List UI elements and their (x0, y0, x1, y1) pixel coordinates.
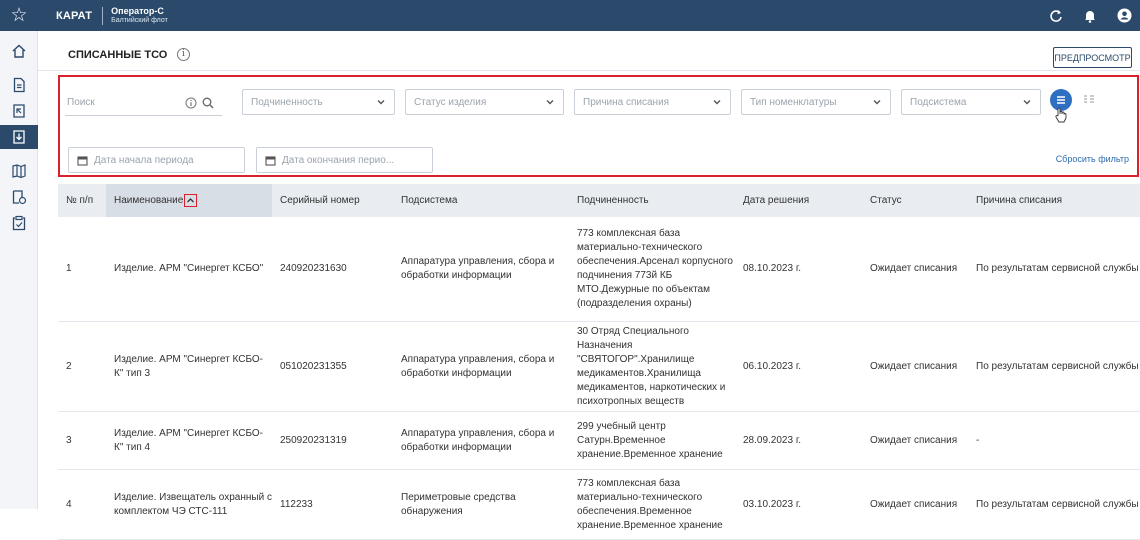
writeoff-reason-placeholder: Причина списания (583, 96, 670, 108)
cell-serial: 250920231319 (280, 434, 347, 446)
preview-button[interactable]: ПРЕДПРОСМОТР (1053, 47, 1132, 68)
cell-subordination: 30 Отряд Специального Назначения "СВЯТОГ… (577, 325, 726, 407)
search-input[interactable]: Поиск (65, 90, 222, 116)
writeoff-reason-select[interactable]: Причина списания (574, 89, 731, 115)
info-icon[interactable]: i (177, 48, 190, 61)
cell-date: 28.09.2023 г. (743, 434, 802, 446)
cell-subsystem: Периметровые средства обнаружения (401, 491, 516, 517)
column-header[interactable]: Подчиненность (569, 195, 735, 206)
item-status-placeholder: Статус изделия (414, 96, 487, 108)
cell-name: Изделие. АРМ "Синергет КСБО-К" тип 3 (114, 353, 264, 379)
calendar-icon (265, 155, 276, 166)
table-row[interactable]: 1 Изделие. АРМ "Синергет КСБО" 240920231… (58, 217, 1140, 322)
cell-subordination: 773 комплексная база материально-техниче… (577, 228, 733, 309)
sort-asc-icon[interactable] (184, 194, 198, 207)
bell-icon[interactable] (1082, 8, 1098, 24)
cell-date: 03.10.2023 г. (743, 498, 802, 510)
cell-status: Ожидает списания (870, 434, 958, 446)
user-name: Оператор-С (111, 5, 164, 16)
subsystem-placeholder: Подсистема (910, 96, 967, 108)
cell-subsystem: Аппаратура управления, сбора и обработки… (401, 256, 555, 281)
subsystem-select[interactable]: Подсистема (901, 89, 1041, 115)
nav-document-icon[interactable] (0, 73, 38, 97)
column-header-label: Наименование (114, 195, 184, 206)
cell-serial: 051020231355 (280, 360, 347, 372)
writeoff-table: № п/п Наименование Серийный номер Подсис… (58, 184, 1140, 540)
table-row[interactable]: 4 Изделие. Извещатель охранный с комплек… (58, 470, 1140, 540)
user-block: Оператор-С Балтийский флот (111, 6, 168, 26)
cell-reason: По результатам сервисной службы (976, 498, 1139, 510)
cell-date: 08.10.2023 г. (743, 263, 802, 274)
nav-writeoff-icon[interactable] (0, 125, 38, 149)
user-unit: Балтийский флот (111, 16, 168, 24)
chevron-down-icon (546, 100, 554, 105)
cell-num: 3 (66, 434, 72, 446)
table-row[interactable]: 3 Изделие. АРМ "Синергет КСБО-К" тип 4 2… (58, 412, 1140, 470)
cell-subordination: 299 учебный центр Сатурн.Временное хране… (577, 420, 723, 460)
app-brand: КАРАТ (56, 9, 93, 22)
cell-num: 2 (66, 360, 72, 372)
nav-clipboard-icon[interactable] (0, 211, 38, 235)
date-end-input[interactable]: Дата окончания перио... (256, 147, 433, 173)
cell-serial: 112233 (280, 498, 313, 510)
subordination-select[interactable]: Подчиненность (242, 89, 395, 115)
cell-reason: - (976, 434, 980, 446)
nav-book-icon[interactable] (0, 159, 38, 183)
column-header[interactable]: № п/п (58, 195, 106, 206)
subordination-placeholder: Подчиненность (251, 96, 323, 108)
date-end-placeholder: Дата окончания перио... (282, 154, 395, 166)
chevron-down-icon (1023, 100, 1031, 105)
cell-date: 06.10.2023 г. (743, 360, 802, 372)
column-header[interactable]: Статус (862, 195, 968, 206)
cell-name: Изделие. Извещатель охранный с комплекто… (114, 491, 272, 517)
cell-num: 1 (66, 263, 72, 274)
cell-name: Изделие. АРМ "Синергет КСБО-К" тип 4 (114, 427, 264, 453)
column-header-name[interactable]: Наименование (106, 184, 272, 217)
nomenclature-type-select[interactable]: Тип номенклатуры (741, 89, 891, 115)
nav-return-icon[interactable] (0, 99, 38, 123)
search-icon[interactable] (202, 97, 214, 109)
calendar-icon (77, 155, 88, 166)
page-title: СПИСАННЫЕ ТСО (68, 49, 168, 61)
nav-home-icon[interactable] (0, 39, 38, 63)
column-header[interactable]: Причина списания (968, 195, 1140, 206)
info-icon[interactable] (185, 97, 197, 109)
column-header[interactable]: Подсистема (393, 195, 569, 206)
hand-cursor-icon (1054, 107, 1070, 123)
cell-serial: 240920231630 (280, 263, 347, 274)
star-icon[interactable]: ☆ (0, 0, 38, 31)
cell-subsystem: Аппаратура управления, сбора и обработки… (401, 353, 555, 379)
table-row[interactable]: 2 Изделие. АРМ "Синергет КСБО-К" тип 3 0… (58, 322, 1140, 412)
chevron-down-icon (377, 100, 385, 105)
columns-settings-icon[interactable] (1082, 93, 1096, 107)
chevron-down-icon (713, 100, 721, 105)
top-bar: ☆ КАРАТ Оператор-С Балтийский флот (0, 0, 1140, 31)
nomenclature-type-placeholder: Тип номенклатуры (750, 96, 837, 108)
reset-filter-link[interactable]: Сбросить фильтр (1056, 154, 1129, 164)
date-start-placeholder: Дата начала периода (94, 154, 194, 166)
cell-subordination: 773 комплексная база материально-техниче… (577, 477, 723, 531)
table-header: № п/п Наименование Серийный номер Подсис… (58, 184, 1140, 217)
column-header[interactable]: Дата решения (735, 195, 862, 206)
search-placeholder: Поиск (67, 97, 95, 108)
cell-reason: По результатам сервисной службы (976, 263, 1139, 274)
item-status-select[interactable]: Статус изделия (405, 89, 564, 115)
page-header: СПИСАННЫЕ ТСО i ПРЕДПРОСМОТР (38, 31, 1140, 71)
chevron-down-icon (873, 100, 881, 105)
cell-num: 4 (66, 498, 72, 510)
user-account-icon[interactable] (1116, 8, 1132, 24)
left-nav (0, 31, 38, 509)
brand-divider (102, 6, 104, 25)
cell-status: Ожидает списания (870, 498, 958, 510)
filter-panel: Поиск Подчиненность Статус изделия Причи… (58, 75, 1139, 177)
cell-reason: По результатам сервисной службы (976, 360, 1139, 372)
cell-status: Ожидает списания (870, 263, 958, 274)
date-start-input[interactable]: Дата начала периода (68, 147, 245, 173)
refresh-icon[interactable] (1048, 8, 1064, 24)
cell-status: Ожидает списания (870, 360, 958, 372)
cell-name: Изделие. АРМ "Синергет КСБО" (114, 263, 264, 274)
column-header[interactable]: Серийный номер (272, 195, 393, 206)
nav-report-icon[interactable] (0, 185, 38, 209)
cell-subsystem: Аппаратура управления, сбора и обработки… (401, 427, 555, 453)
